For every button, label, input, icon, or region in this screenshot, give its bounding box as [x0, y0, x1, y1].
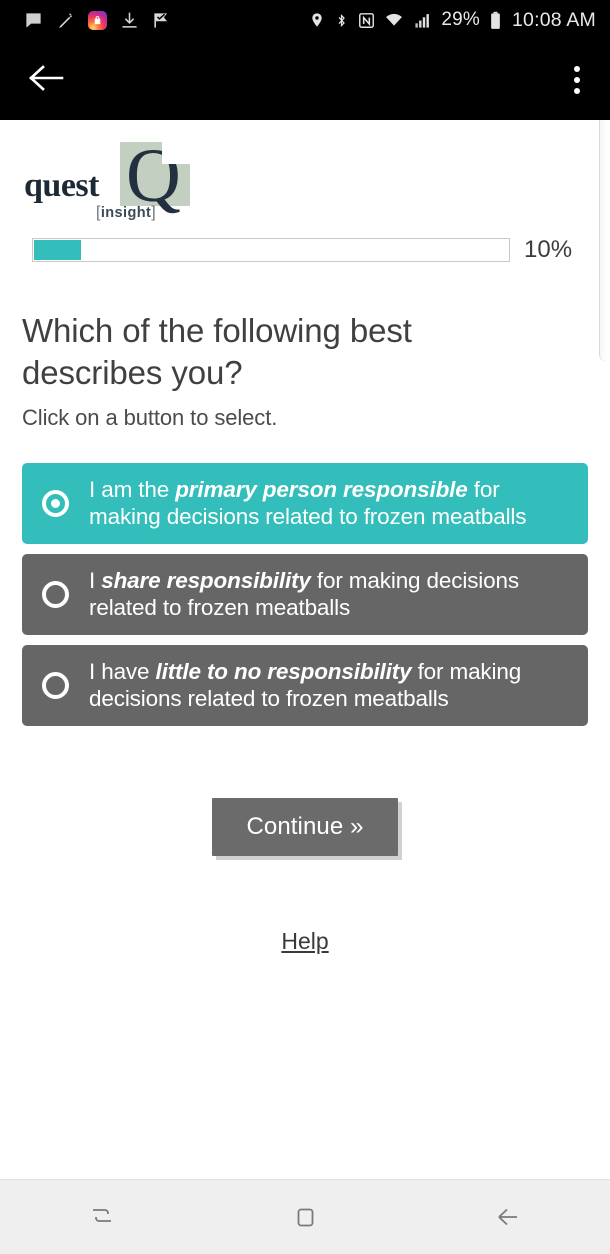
cellular-signal-icon — [413, 12, 432, 29]
answer-options-list: I am the primary person responsible for … — [22, 463, 588, 727]
battery-icon — [489, 11, 502, 30]
system-navigation-bar — [0, 1179, 610, 1254]
question-instruction: Click on a button to select. — [22, 405, 278, 431]
answer-option-label: I share responsibility for making decisi… — [89, 568, 519, 620]
progress-row: 10% — [32, 236, 588, 264]
answer-option-label: I am the primary person responsible for … — [89, 477, 527, 529]
answer-option-primary[interactable]: I am the primary person responsible for … — [22, 463, 588, 545]
logo-bracket-close: ] — [151, 204, 157, 221]
radio-button-icon[interactable] — [42, 581, 69, 609]
back-button[interactable] — [453, 1180, 563, 1254]
help-link-row: Help — [22, 928, 588, 955]
shopping-bag-icon — [88, 10, 107, 30]
overflow-menu-icon[interactable] — [566, 60, 588, 100]
quest-insight-logo: Q quest [insight] — [22, 138, 192, 224]
wifi-icon — [384, 11, 404, 29]
question-title: Which of the following best describes yo… — [22, 312, 412, 391]
phone-screen: 29% 10:08 AM Q quest [insight] 10% Which… — [0, 0, 610, 1254]
progress-percent-label: 10% — [524, 236, 573, 263]
radio-button-icon[interactable] — [42, 672, 69, 700]
app-bar — [0, 40, 610, 124]
recents-button[interactable] — [47, 1180, 157, 1254]
location-icon — [309, 11, 325, 29]
home-button[interactable] — [250, 1180, 360, 1254]
carrot-icon — [56, 11, 75, 30]
app-bar-back-icon[interactable] — [28, 63, 64, 98]
logo-wordmark: quest — [24, 167, 99, 204]
checkmark-flag-icon — [152, 11, 171, 30]
help-link[interactable]: Help — [281, 928, 328, 955]
download-icon — [120, 11, 139, 30]
answer-option-shared[interactable]: I share responsibility for making decisi… — [22, 554, 588, 636]
battery-percent-label: 29% — [441, 9, 480, 30]
status-bar: 29% 10:08 AM — [0, 0, 610, 40]
survey-webview: Q quest [insight] 10% Which of the follo… — [0, 120, 610, 1179]
answer-option-label: I have little to no responsibility for m… — [89, 659, 522, 711]
status-bar-clock: 10:08 AM — [512, 8, 596, 31]
logo-tagline: [insight] — [96, 204, 156, 222]
answer-option-little-none[interactable]: I have little to no responsibility for m… — [22, 645, 588, 727]
status-bar-notification-icons — [24, 10, 171, 30]
radio-button-icon[interactable] — [42, 490, 69, 518]
progress-bar-fill — [34, 240, 82, 260]
logo-tagline-text: insight — [100, 205, 152, 221]
nfc-icon — [358, 12, 375, 29]
bluetooth-icon — [334, 11, 349, 30]
progress-bar-track — [32, 238, 510, 262]
survey-content: Q quest [insight] 10% Which of the follo… — [0, 120, 610, 955]
message-icon — [24, 11, 43, 30]
status-bar-system-icons: 29% 10:08 AM — [309, 9, 596, 32]
continue-button-row: Continue » — [22, 798, 588, 857]
continue-button[interactable]: Continue » — [212, 798, 398, 857]
logo-mark-notch — [162, 142, 190, 164]
